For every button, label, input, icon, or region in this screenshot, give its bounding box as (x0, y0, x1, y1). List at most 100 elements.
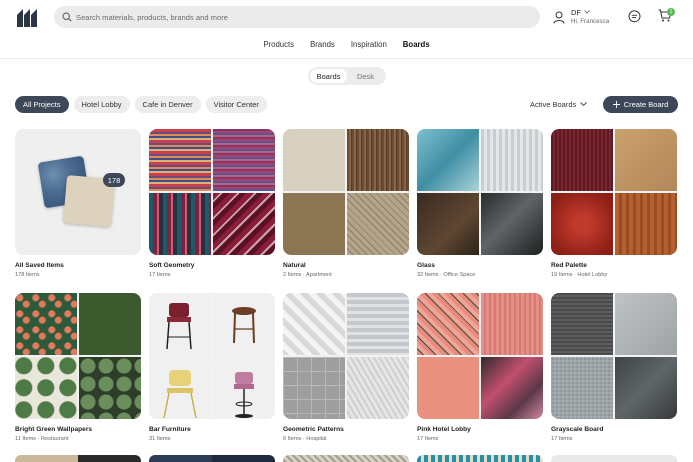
board-card[interactable]: Glass 32 Items · Office Space (417, 129, 543, 278)
board-card-partial[interactable] (283, 455, 409, 462)
chip-all-projects[interactable]: All Projects (15, 96, 69, 113)
board-thumbnail[interactable] (551, 293, 677, 419)
board-card[interactable]: Grayscale Board 17 Items (551, 293, 677, 442)
board-meta: 17 Items (149, 272, 171, 278)
board-thumbnail[interactable] (283, 293, 409, 419)
board-thumbnail[interactable] (417, 129, 543, 255)
material-image (149, 129, 212, 192)
material-image (614, 293, 677, 356)
material-image (78, 293, 141, 356)
material-image (149, 192, 212, 255)
material-image (417, 356, 480, 419)
board-meta: 17 Items (417, 436, 439, 442)
plus-icon (612, 101, 620, 108)
board-thumbnail[interactable] (551, 129, 677, 255)
board-title[interactable]: Red Palette (551, 262, 677, 269)
chip-visitor-center[interactable]: Visitor Center (205, 96, 267, 113)
board-card-partial[interactable] (149, 455, 275, 462)
board-card[interactable]: Bar Furniture 31 Items (149, 293, 275, 442)
board-card-partial[interactable] (417, 455, 543, 462)
board-card[interactable]: Soft Geometry 17 Items (149, 129, 275, 278)
material-image (551, 129, 614, 192)
search-input[interactable] (76, 12, 516, 22)
material-image (480, 293, 543, 356)
board-thumbnail[interactable] (149, 293, 275, 419)
top-bar: DF Hi, Francesca 1 (0, 0, 693, 36)
brand-logo[interactable] (16, 8, 38, 28)
material-image (283, 129, 346, 192)
item-count-badge: 178 (103, 173, 125, 187)
main-nav: Products Brands Inspiration Boards (0, 40, 693, 49)
material-image (346, 192, 409, 255)
nav-brands[interactable]: Brands (310, 40, 335, 49)
create-board-label: Create Board (623, 100, 669, 109)
board-meta: 31 Items (149, 436, 171, 442)
material-image (346, 293, 409, 356)
material-image (480, 129, 543, 192)
chevron-down-icon (584, 10, 590, 14)
toggle-desk[interactable]: Desk (347, 69, 384, 83)
board-card[interactable]: Red Palette 19 Items · Hotel Lobby (551, 129, 677, 278)
material-image (417, 129, 480, 192)
board-card[interactable]: Natural 2 Items · Apartment (283, 129, 409, 278)
bar-stool-icon (233, 371, 254, 418)
board-card[interactable]: Geometric Patterns 6 Items · Hospital (283, 293, 409, 442)
board-title[interactable]: Bright Green Wallpapers (15, 426, 141, 433)
side-table-icon (231, 307, 256, 344)
board-title[interactable]: Natural (283, 262, 409, 269)
sort-dropdown[interactable]: Active Boards (530, 100, 588, 109)
material-image (346, 129, 409, 192)
board-meta: 32 Items · Office Space (417, 272, 476, 278)
material-image (614, 192, 677, 255)
board-meta: 19 Items · Hotel Lobby (551, 272, 608, 278)
nav-boards[interactable]: Boards (403, 40, 430, 49)
material-image (212, 129, 275, 192)
nav-products[interactable]: Products (263, 40, 294, 49)
board-card[interactable]: Bright Green Wallpapers 11 Items · Resta… (15, 293, 141, 442)
furniture-image (212, 293, 275, 360)
board-thumbnail[interactable]: 178 (15, 129, 141, 255)
material-image (346, 356, 409, 419)
board-thumbnail[interactable] (149, 129, 275, 255)
material-image (551, 192, 614, 255)
board-title[interactable]: Grayscale Board (551, 426, 677, 433)
user-initials: DF (571, 7, 581, 17)
material-image (78, 356, 141, 419)
board-title[interactable]: All Saved Items (15, 262, 141, 269)
board-meta: 178 Items (15, 272, 40, 278)
bar-stool-icon (166, 303, 192, 350)
chip-cafe-denver[interactable]: Cafe in Denver (134, 96, 201, 113)
board-title[interactable]: Bar Furniture (149, 426, 275, 433)
search-icon (62, 12, 72, 22)
header-divider (0, 58, 693, 59)
board-title[interactable]: Geometric Patterns (283, 426, 409, 433)
board-card-partial[interactable] (551, 455, 677, 462)
message-icon[interactable] (628, 10, 641, 23)
board-card[interactable]: Pink Hotel Lobby 17 Items (417, 293, 543, 442)
furniture-image (149, 361, 212, 419)
board-title[interactable]: Pink Hotel Lobby (417, 426, 543, 433)
material-image (212, 192, 275, 255)
toggle-boards[interactable]: Boards (310, 69, 347, 83)
cart-badge: 1 (667, 8, 675, 16)
board-meta: 17 Items (551, 436, 573, 442)
user-icon (553, 11, 565, 24)
board-title[interactable]: Glass (417, 262, 543, 269)
create-board-button[interactable]: Create Board (603, 96, 678, 113)
board-thumbnail[interactable] (417, 293, 543, 419)
search-bar[interactable] (54, 6, 540, 28)
furniture-image (149, 293, 212, 360)
nav-inspiration[interactable]: Inspiration (351, 40, 387, 49)
material-image (480, 192, 543, 255)
chip-hotel-lobby[interactable]: Hotel Lobby (73, 96, 130, 113)
board-thumbnail[interactable] (15, 293, 141, 419)
board-title[interactable]: Soft Geometry (149, 262, 275, 269)
board-card-partial[interactable] (15, 455, 141, 462)
material-image (614, 129, 677, 192)
board-card[interactable]: 178 All Saved Items 178 Items (15, 129, 141, 278)
board-thumbnail[interactable] (283, 129, 409, 255)
furniture-image (212, 361, 275, 419)
user-menu[interactable]: DF Hi, Francesca (553, 6, 609, 28)
board-meta: 2 Items · Apartment (283, 272, 332, 278)
user-greeting: Hi, Francesca (571, 18, 610, 26)
